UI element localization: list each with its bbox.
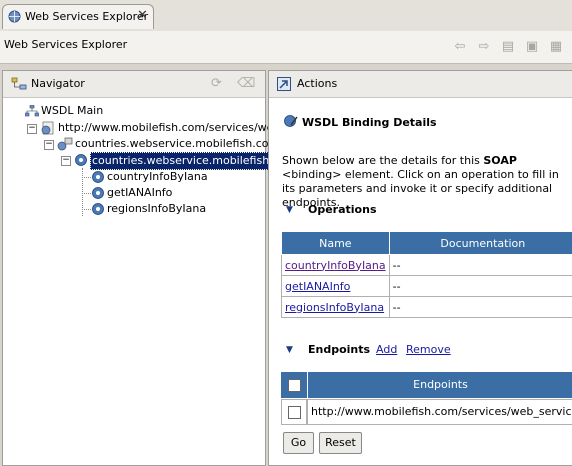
explorer-title-bar: Web Services Explorer ⇦ ⇨ ▤ ▣ ▦ — [0, 31, 572, 64]
actions-pane: Actions WSDL Binding Details Shown below… — [268, 70, 572, 466]
column-header-name: Name — [282, 232, 390, 255]
operation-gear-icon — [91, 186, 105, 200]
tab-label: Web Services Explorer — [25, 10, 148, 23]
binding-gear-icon — [74, 153, 88, 167]
endpoint-checkbox[interactable] — [288, 406, 301, 419]
table-row: countryInfoByIana -- — [282, 255, 572, 276]
refresh-icon[interactable]: ⟳ — [211, 76, 222, 91]
back-arrow-icon[interactable]: ⇦ — [452, 39, 468, 55]
endpoint-url-field[interactable]: http://www.mobilefish.com/services/web_s… — [307, 399, 572, 425]
operation-name-cell: regionsInfoByIana — [282, 297, 390, 318]
operation-doc-cell: -- — [389, 276, 572, 297]
operation-name-cell: countryInfoByIana — [282, 255, 390, 276]
collapse-operations-icon[interactable]: ▼ — [286, 205, 293, 215]
favorites-icon[interactable]: ▦ — [548, 39, 564, 55]
table-row: getIANAInfo -- — [282, 276, 572, 297]
select-all-cell — [281, 372, 308, 398]
tree-item-operation[interactable]: getIANAInfo — [107, 185, 172, 201]
description-text: Shown below are the details for this — [282, 154, 483, 167]
operation-gear-icon — [91, 202, 105, 216]
remove-endpoint-link[interactable]: Remove — [406, 343, 451, 356]
tab-web-services-explorer[interactable]: Web Services Explorer ✕ — [2, 4, 154, 29]
wsdl-main-icon — [25, 105, 39, 117]
collapse-service-toggle[interactable]: − — [44, 140, 54, 150]
tree-item-wsdl-main[interactable]: WSDL Main — [41, 103, 103, 119]
reset-button[interactable]: Reset — [319, 432, 362, 454]
tree-item-service[interactable]: countries.webservice.mobilefish.comSe — [75, 136, 293, 152]
operation-doc-cell: -- — [389, 297, 572, 318]
binding-details-icon — [283, 113, 299, 129]
operations-table: Name Documentation countryInfoByIana -- … — [281, 231, 572, 318]
navigator-tree: WSDL Main − http://www.mobilefish.com/se… — [3, 99, 265, 249]
endpoint-select-cell — [281, 399, 307, 425]
forward-arrow-icon[interactable]: ⇨ — [476, 39, 492, 55]
service-icon — [57, 137, 73, 151]
tree-item-operation[interactable]: countryInfoByIana — [107, 169, 208, 185]
editor-tab-strip: Web Services Explorer ✕ — [0, 0, 572, 32]
operation-gear-icon — [91, 170, 105, 184]
endpoints-heading: Endpoints — [308, 343, 370, 356]
endpoints-table: Endpoints http://www.mobilefish.com/serv… — [281, 372, 572, 430]
navigator-title: Navigator — [31, 77, 85, 90]
operation-doc-cell: -- — [389, 255, 572, 276]
clear-icon[interactable]: ⌫ — [237, 76, 255, 91]
web-services-globe-icon — [8, 10, 21, 23]
operation-link[interactable]: getIANAInfo — [285, 280, 350, 293]
description-soap: SOAP — [483, 154, 517, 167]
operation-link[interactable]: regionsInfoByIana — [285, 301, 384, 314]
properties-icon[interactable]: ▣ — [524, 39, 540, 55]
select-all-checkbox[interactable] — [288, 379, 301, 392]
page-title: Web Services Explorer — [4, 38, 127, 51]
section-title: WSDL Binding Details — [302, 116, 437, 129]
table-row: regionsInfoByIana -- — [282, 297, 572, 318]
binding-description: Shown below are the details for this SOA… — [282, 154, 567, 210]
actions-arrow-icon — [277, 77, 291, 91]
collapse-wsdl-toggle[interactable]: − — [27, 124, 37, 134]
go-button[interactable]: Go — [283, 432, 314, 454]
tree-item-operation[interactable]: regionsInfoByIana — [107, 201, 206, 217]
navigator-pane: Navigator ⟳ ⌫ WSDL Main − http://www.mob… — [2, 70, 266, 466]
table-header-row: Name Documentation — [282, 232, 572, 255]
actions-header: Actions — [269, 71, 572, 98]
add-endpoint-link[interactable]: Add — [376, 343, 397, 356]
actions-title: Actions — [297, 77, 337, 90]
column-header-documentation: Documentation — [389, 232, 572, 255]
navigator-header: Navigator ⟳ ⌫ — [3, 71, 265, 98]
tree-item-binding[interactable]: countries.webservice.mobilefish.co — [90, 152, 287, 170]
operations-heading: Operations — [308, 203, 377, 216]
tree-item-wsdl-url[interactable]: http://www.mobilefish.com/services/web_ — [58, 120, 286, 136]
collapse-endpoints-icon[interactable]: ▼ — [286, 345, 293, 355]
operation-name-cell: getIANAInfo — [282, 276, 390, 297]
navigator-icon — [11, 77, 27, 91]
operation-link[interactable]: countryInfoByIana — [285, 259, 386, 272]
close-tab-icon[interactable]: ✕ — [137, 8, 148, 23]
collapse-binding-toggle[interactable]: − — [61, 156, 71, 166]
document-icon[interactable]: ▤ — [500, 39, 516, 55]
wsdl-document-icon — [40, 121, 56, 135]
endpoints-column-header: Endpoints — [308, 372, 572, 398]
